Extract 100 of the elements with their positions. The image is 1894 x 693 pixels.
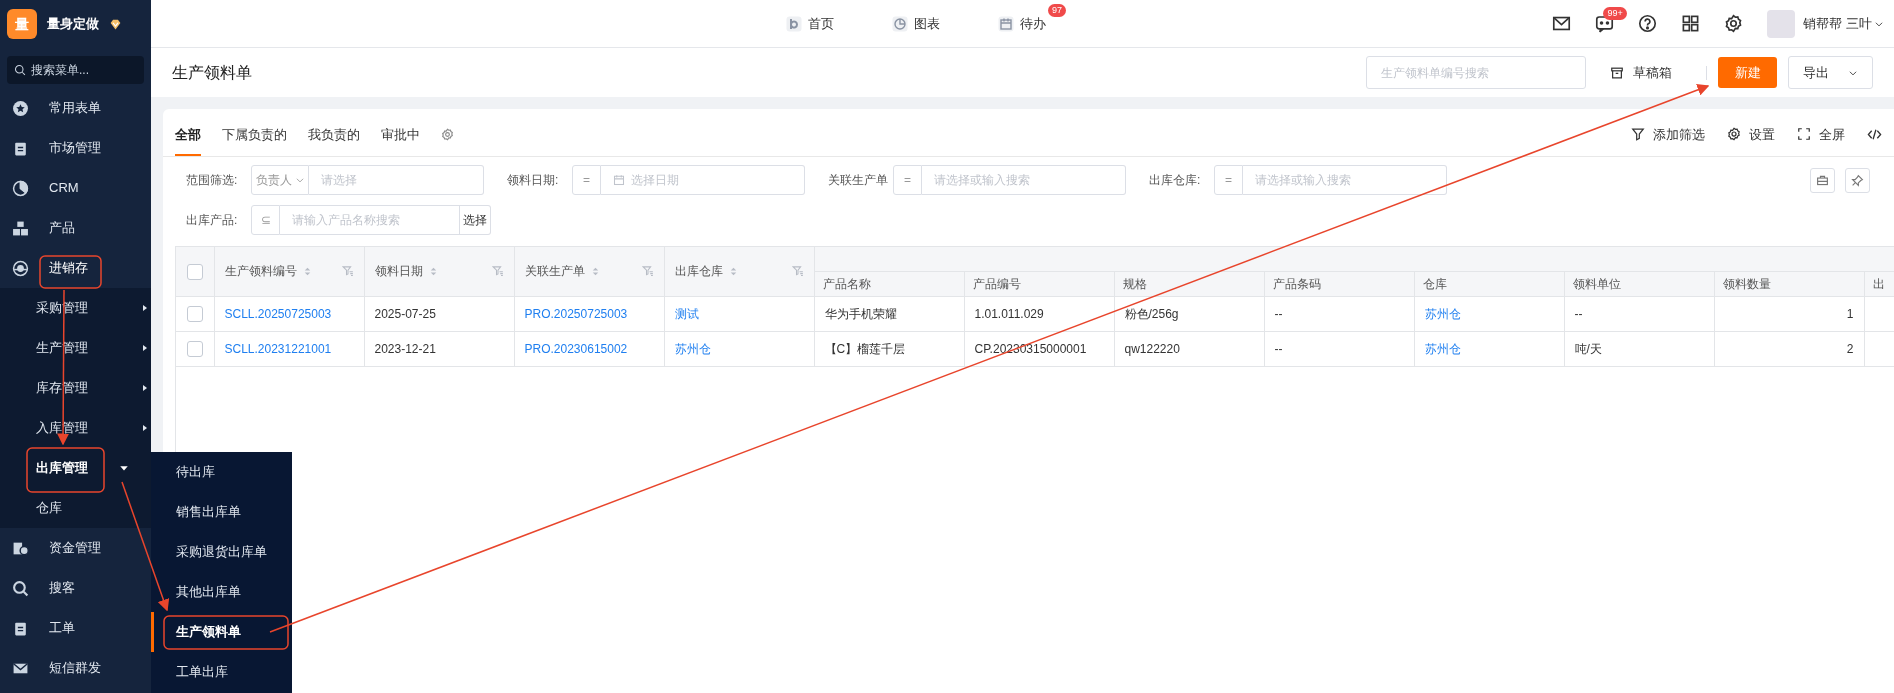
filter-icon xyxy=(491,265,504,278)
table-cell: 华为手机荣耀 xyxy=(824,306,897,321)
fullscreen-icon xyxy=(1797,127,1811,142)
table-cell: -- xyxy=(1274,306,1283,321)
pie-chart-icon xyxy=(12,179,29,197)
link[interactable]: SCLL.20250725003 xyxy=(224,306,332,321)
link[interactable]: 苏州仓 xyxy=(674,341,711,356)
drafts-button[interactable]: 草稿箱 xyxy=(1608,56,1674,89)
checkbox[interactable] xyxy=(186,341,203,358)
checkbox[interactable] xyxy=(186,264,203,281)
submenu-item[interactable]: 其他出库单 xyxy=(151,572,292,612)
search-icon xyxy=(12,579,29,597)
filter-icon xyxy=(341,265,354,278)
grid-icon[interactable] xyxy=(1681,14,1701,33)
toolbar-button[interactable] xyxy=(1810,167,1835,193)
link[interactable]: 苏州仓 xyxy=(1424,306,1461,321)
cycle-icon xyxy=(12,259,29,277)
calendar-icon xyxy=(998,16,1014,32)
caret-right-icon xyxy=(141,304,149,312)
tab[interactable]: 审批中 xyxy=(381,116,420,156)
briefcase-icon xyxy=(1816,173,1829,187)
caret-down-icon xyxy=(119,463,129,473)
search-icon xyxy=(14,64,26,76)
toolbar-button[interactable]: 添加筛选 xyxy=(1631,124,1705,144)
filter-icon xyxy=(1631,127,1645,142)
table-cell: -- xyxy=(1574,306,1583,321)
chat-icon[interactable] xyxy=(1595,14,1615,33)
submenu-item[interactable]: 工单出库 xyxy=(151,652,292,692)
nav-link[interactable]: 待办 xyxy=(998,12,1046,36)
select-button[interactable]: 选择 xyxy=(460,205,491,235)
avatar-placeholder xyxy=(1767,9,1796,38)
filter-label: 出库仓库: xyxy=(1148,172,1202,189)
submenu-item[interactable]: 出库管理 xyxy=(0,448,151,488)
column-header[interactable]: 领料单位 xyxy=(1564,271,1714,296)
table-cell: 2 xyxy=(1846,341,1854,356)
settings-icon[interactable] xyxy=(1724,14,1744,33)
tab[interactable]: 下属负责的 xyxy=(222,116,287,156)
toolbar-button[interactable]: 设置 xyxy=(1727,124,1775,144)
submenu-item[interactable]: 待出库 xyxy=(151,452,292,492)
sidebar-item[interactable]: CRM xyxy=(0,168,151,208)
page-title: 生产领料单 xyxy=(172,62,252,83)
column-header[interactable]: 生产领料编号 xyxy=(214,247,364,296)
sidebar-item[interactable]: 工单 xyxy=(0,608,151,648)
table-cell: 1 xyxy=(1846,306,1854,321)
caret-right-icon xyxy=(141,344,149,352)
submenu-item[interactable]: 仓库 xyxy=(0,488,151,528)
diamond-icon xyxy=(109,17,122,31)
submenu-item[interactable]: 生产领料单 xyxy=(151,612,292,652)
link[interactable]: 苏州仓 xyxy=(1424,341,1461,356)
filter-icon xyxy=(791,265,804,278)
link[interactable]: PRO.20230615002 xyxy=(524,341,628,356)
filter-label: 关联生产单 xyxy=(827,172,889,189)
submenu-item[interactable]: 销售出库单 xyxy=(151,492,292,532)
sidebar-item[interactable]: 常用表单 xyxy=(0,88,151,128)
column-header[interactable]: 产品编号 xyxy=(964,271,1114,296)
table-cell: 2025-07-25 xyxy=(374,306,436,321)
sidebar-item[interactable]: 进销存 xyxy=(0,248,151,288)
column-header[interactable]: 领料数量 xyxy=(1714,271,1864,296)
table-cell: 吨/天 xyxy=(1574,341,1602,356)
tab[interactable]: 我负责的 xyxy=(308,116,360,156)
user-menu[interactable]: 销帮帮 三叶 xyxy=(1803,13,1884,34)
menu-search-field[interactable]: 搜索菜单... xyxy=(7,56,144,84)
column-header[interactable]: 关联生产单 xyxy=(514,247,664,296)
nav-link[interactable]: 首页 xyxy=(786,12,834,36)
export-button[interactable]: 导出 xyxy=(1788,56,1873,89)
link[interactable]: SCLL.20231221001 xyxy=(224,341,332,356)
archive-icon xyxy=(1610,65,1624,80)
help-icon[interactable] xyxy=(1638,14,1658,33)
link[interactable]: PRO.20250725003 xyxy=(524,306,628,321)
sidebar-item[interactable]: 短信群发 xyxy=(0,648,151,688)
table-cell: 1.01.011.029 xyxy=(974,306,1044,321)
column-header[interactable]: 仓库 xyxy=(1414,271,1564,296)
column-header[interactable]: 产品条码 xyxy=(1264,271,1414,296)
checkbox[interactable] xyxy=(186,306,203,323)
column-header[interactable]: 产品名称 xyxy=(814,271,964,296)
count-badge: 97 xyxy=(1048,4,1066,17)
sidebar-item[interactable]: 资金管理 xyxy=(0,528,151,568)
table-cell: 粉色/256g xyxy=(1124,306,1179,321)
toolbar-button[interactable]: 全屏 xyxy=(1797,124,1845,144)
toolbar-button[interactable] xyxy=(1845,167,1870,193)
column-header[interactable]: 领料日期 xyxy=(364,247,514,296)
nav-link[interactable]: 图表 xyxy=(892,12,940,36)
brand-name: 量身定做 xyxy=(47,15,99,34)
highlight-frame xyxy=(39,255,102,289)
sidebar-item[interactable]: 市场管理 xyxy=(0,128,151,168)
column-header[interactable]: 出库仓库 xyxy=(664,247,814,296)
caret-right-icon xyxy=(141,384,149,392)
tab[interactable]: 全部 xyxy=(175,116,201,156)
blocks-icon xyxy=(12,219,29,237)
link[interactable]: 测试 xyxy=(674,306,699,321)
table-cell: 【C】榴莲千层 xyxy=(824,341,906,356)
sidebar-item[interactable]: 产品 xyxy=(0,208,151,248)
table-cell: qw122220 xyxy=(1124,341,1180,356)
logo-badge: 量 xyxy=(7,9,37,39)
submenu-item[interactable]: 采购退货出库单 xyxy=(151,532,292,572)
table-cell: 2023-12-21 xyxy=(374,341,436,356)
mail-icon[interactable] xyxy=(1552,14,1572,33)
calendar-icon xyxy=(613,174,625,186)
filter-label: 领料日期: xyxy=(506,172,560,189)
sidebar-item[interactable]: 搜客 xyxy=(0,568,151,608)
